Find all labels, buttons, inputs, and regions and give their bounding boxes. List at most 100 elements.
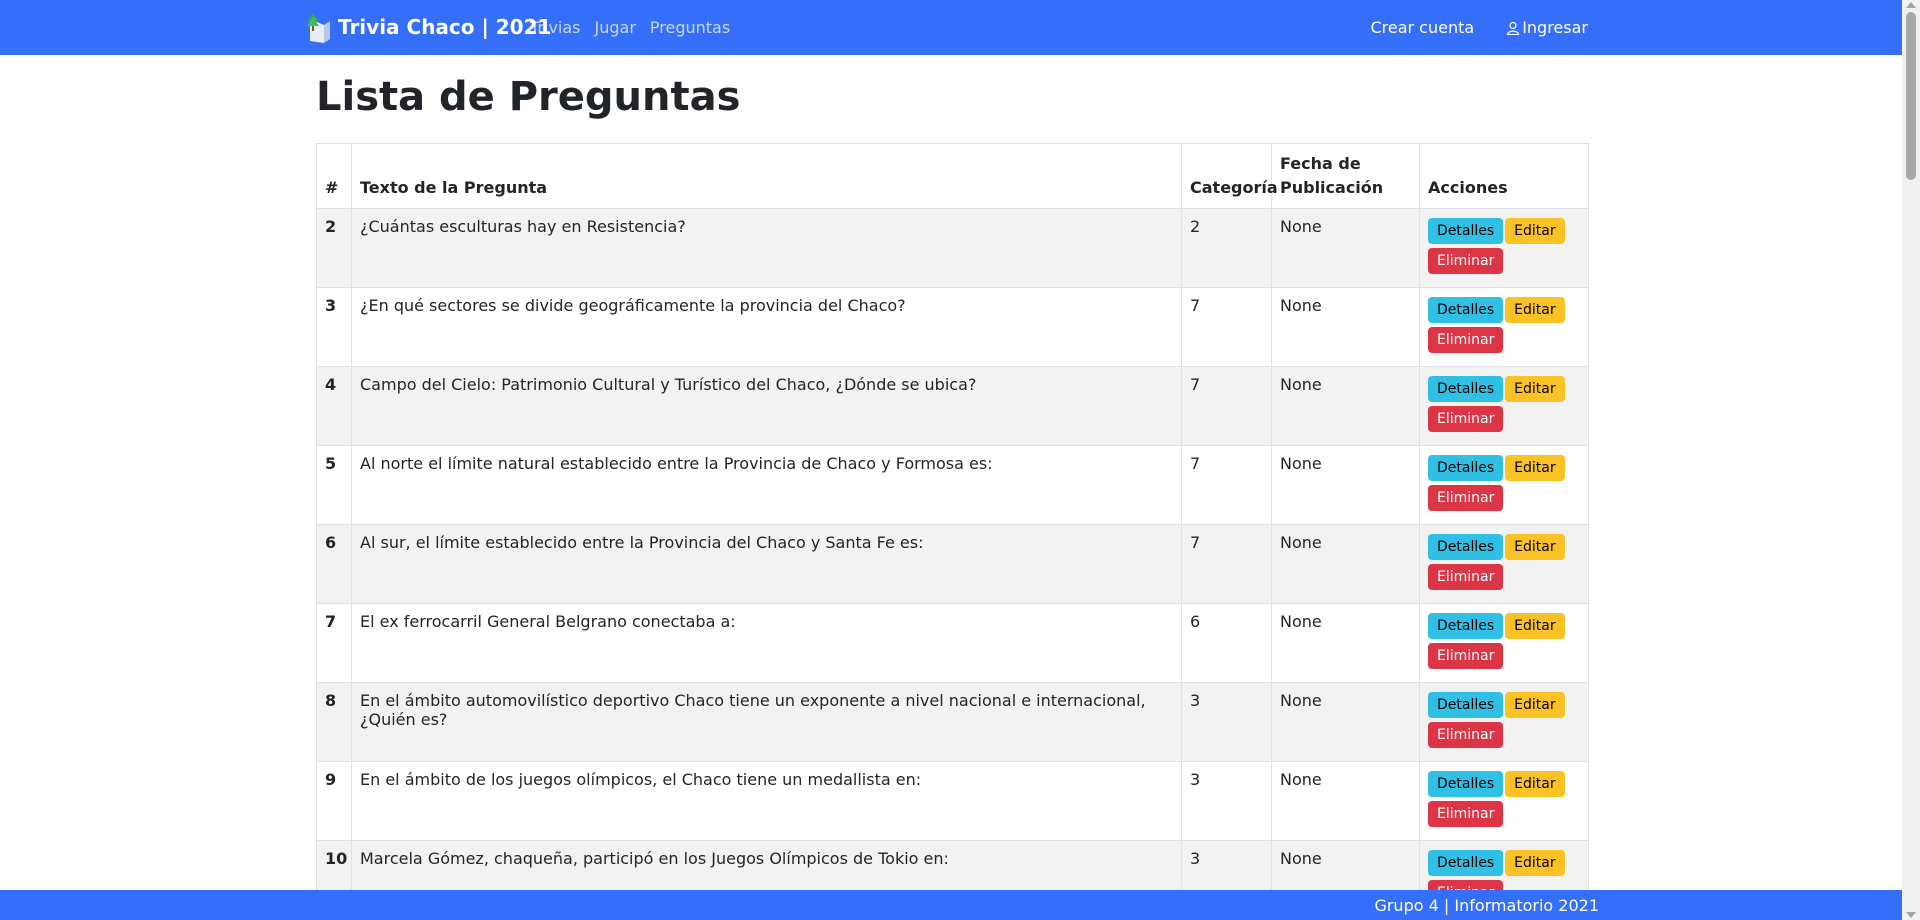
edit-button[interactable]: Editar: [1505, 455, 1565, 481]
footer: Grupo 4 | Informatorio 2021: [0, 890, 1902, 920]
category-cell: 7: [1181, 366, 1272, 446]
category-cell: 3: [1181, 761, 1272, 841]
vertical-scrollbar[interactable]: [1902, 0, 1920, 920]
row-id: 4: [316, 366, 352, 446]
question-text: El ex ferrocarril General Belgrano conec…: [351, 603, 1182, 683]
page-title: Lista de Preguntas: [316, 74, 741, 120]
questions-table: # Texto de la Pregunta Categoría Fecha d…: [316, 143, 1589, 920]
actions-cell: DetallesEditar Eliminar: [1419, 761, 1589, 841]
details-button[interactable]: Detalles: [1428, 771, 1504, 797]
edit-button[interactable]: Editar: [1505, 613, 1565, 639]
details-button[interactable]: Detalles: [1428, 850, 1504, 876]
navbar: Trivia Chaco | 2021 Trivias Jugar Pregun…: [0, 0, 1902, 55]
header-actions: Acciones: [1419, 143, 1589, 209]
scroll-thumb[interactable]: [1906, 12, 1916, 180]
publication-date-cell: None: [1271, 287, 1420, 367]
user-icon: [1507, 21, 1520, 35]
table-body: 2 ¿Cuántas esculturas hay en Resistencia…: [316, 208, 1589, 920]
table-header-row: # Texto de la Pregunta Categoría Fecha d…: [316, 143, 1589, 209]
brand-link[interactable]: Trivia Chaco | 2021: [304, 11, 551, 43]
account-nav: Crear cuenta Ingresar: [1338, 18, 1588, 37]
delete-button[interactable]: Eliminar: [1428, 801, 1504, 827]
book-tree-logo-icon: [307, 13, 330, 43]
table-row: 8 En el ámbito automovilístico deportivo…: [316, 682, 1589, 762]
footer-text: Grupo 4 | Informatorio 2021: [1374, 896, 1599, 915]
publication-date-cell: None: [1271, 208, 1420, 288]
category-cell: 3: [1181, 682, 1272, 762]
edit-button[interactable]: Editar: [1505, 297, 1565, 323]
login-link[interactable]: Ingresar: [1506, 18, 1588, 37]
header-publication-date: Fecha de Publicación: [1271, 143, 1420, 209]
edit-button[interactable]: Editar: [1505, 534, 1565, 560]
publication-date-cell: None: [1271, 761, 1420, 841]
details-button[interactable]: Detalles: [1428, 218, 1504, 244]
login-label: Ingresar: [1522, 18, 1588, 37]
details-button[interactable]: Detalles: [1428, 455, 1504, 481]
question-text: Al norte el límite natural establecido e…: [351, 445, 1182, 525]
question-text: ¿Cuántas esculturas hay en Resistencia?: [351, 208, 1182, 288]
delete-button[interactable]: Eliminar: [1428, 406, 1504, 432]
question-text: Campo del Cielo: Patrimonio Cultural y T…: [351, 366, 1182, 446]
category-cell: 7: [1181, 524, 1272, 604]
actions-cell: DetallesEditar Eliminar: [1419, 445, 1589, 525]
row-id: 5: [316, 445, 352, 525]
nav-trivias[interactable]: Trivias: [530, 18, 581, 37]
nav-preguntas[interactable]: Preguntas: [650, 18, 730, 37]
table-row: 3 ¿En qué sectores se divide geográficam…: [316, 287, 1589, 367]
row-id: 3: [316, 287, 352, 367]
table-row: 9 En el ámbito de los juegos olímpicos, …: [316, 761, 1589, 841]
table-row: 7 El ex ferrocarril General Belgrano con…: [316, 603, 1589, 683]
delete-button[interactable]: Eliminar: [1428, 327, 1504, 353]
table-row: 2 ¿Cuántas esculturas hay en Resistencia…: [316, 208, 1589, 288]
publication-date-cell: None: [1271, 524, 1420, 604]
edit-button[interactable]: Editar: [1505, 850, 1565, 876]
actions-cell: DetallesEditar Eliminar: [1419, 287, 1589, 367]
edit-button[interactable]: Editar: [1505, 376, 1565, 402]
table-row: 6 Al sur, el límite establecido entre la…: [316, 524, 1589, 604]
navbar-inner: Trivia Chaco | 2021 Trivias Jugar Pregun…: [304, 0, 1588, 55]
question-text: Al sur, el límite establecido entre la P…: [351, 524, 1182, 604]
actions-cell: DetallesEditar Eliminar: [1419, 208, 1589, 288]
table-row: 5 Al norte el límite natural establecido…: [316, 445, 1589, 525]
create-account-link[interactable]: Crear cuenta: [1370, 18, 1474, 37]
publication-date-cell: None: [1271, 366, 1420, 446]
details-button[interactable]: Detalles: [1428, 297, 1504, 323]
details-button[interactable]: Detalles: [1428, 534, 1504, 560]
category-cell: 2: [1181, 208, 1272, 288]
scroll-up-arrow-icon[interactable]: [1906, 2, 1916, 8]
delete-button[interactable]: Eliminar: [1428, 248, 1504, 274]
category-cell: 7: [1181, 445, 1272, 525]
header-question-text: Texto de la Pregunta: [351, 143, 1182, 209]
category-cell: 6: [1181, 603, 1272, 683]
row-id: 6: [316, 524, 352, 604]
row-id: 9: [316, 761, 352, 841]
delete-button[interactable]: Eliminar: [1428, 643, 1504, 669]
details-button[interactable]: Detalles: [1428, 692, 1504, 718]
delete-button[interactable]: Eliminar: [1428, 564, 1504, 590]
brand-title: Trivia Chaco | 2021: [338, 15, 552, 39]
category-cell: 7: [1181, 287, 1272, 367]
main-content: Lista de Preguntas # Texto de la Pregunt…: [316, 55, 1589, 920]
delete-button[interactable]: Eliminar: [1428, 722, 1504, 748]
publication-date-cell: None: [1271, 682, 1420, 762]
header-category: Categoría: [1181, 143, 1278, 209]
nav-jugar[interactable]: Jugar: [595, 18, 636, 37]
table-row: 4 Campo del Cielo: Patrimonio Cultural y…: [316, 366, 1589, 446]
delete-button[interactable]: Eliminar: [1428, 485, 1504, 511]
actions-cell: DetallesEditar Eliminar: [1419, 603, 1589, 683]
question-text: En el ámbito de los juegos olímpicos, el…: [351, 761, 1182, 841]
edit-button[interactable]: Editar: [1505, 218, 1565, 244]
scroll-down-arrow-icon[interactable]: [1906, 912, 1916, 918]
details-button[interactable]: Detalles: [1428, 376, 1504, 402]
main-nav: Trivias Jugar Preguntas: [530, 18, 744, 37]
details-button[interactable]: Detalles: [1428, 613, 1504, 639]
edit-button[interactable]: Editar: [1505, 771, 1565, 797]
row-id: 7: [316, 603, 352, 683]
row-id: 2: [316, 208, 352, 288]
actions-cell: DetallesEditar Eliminar: [1419, 524, 1589, 604]
publication-date-cell: None: [1271, 603, 1420, 683]
question-text: ¿En qué sectores se divide geográficamen…: [351, 287, 1182, 367]
header-number: #: [316, 143, 352, 209]
edit-button[interactable]: Editar: [1505, 692, 1565, 718]
publication-date-cell: None: [1271, 445, 1420, 525]
